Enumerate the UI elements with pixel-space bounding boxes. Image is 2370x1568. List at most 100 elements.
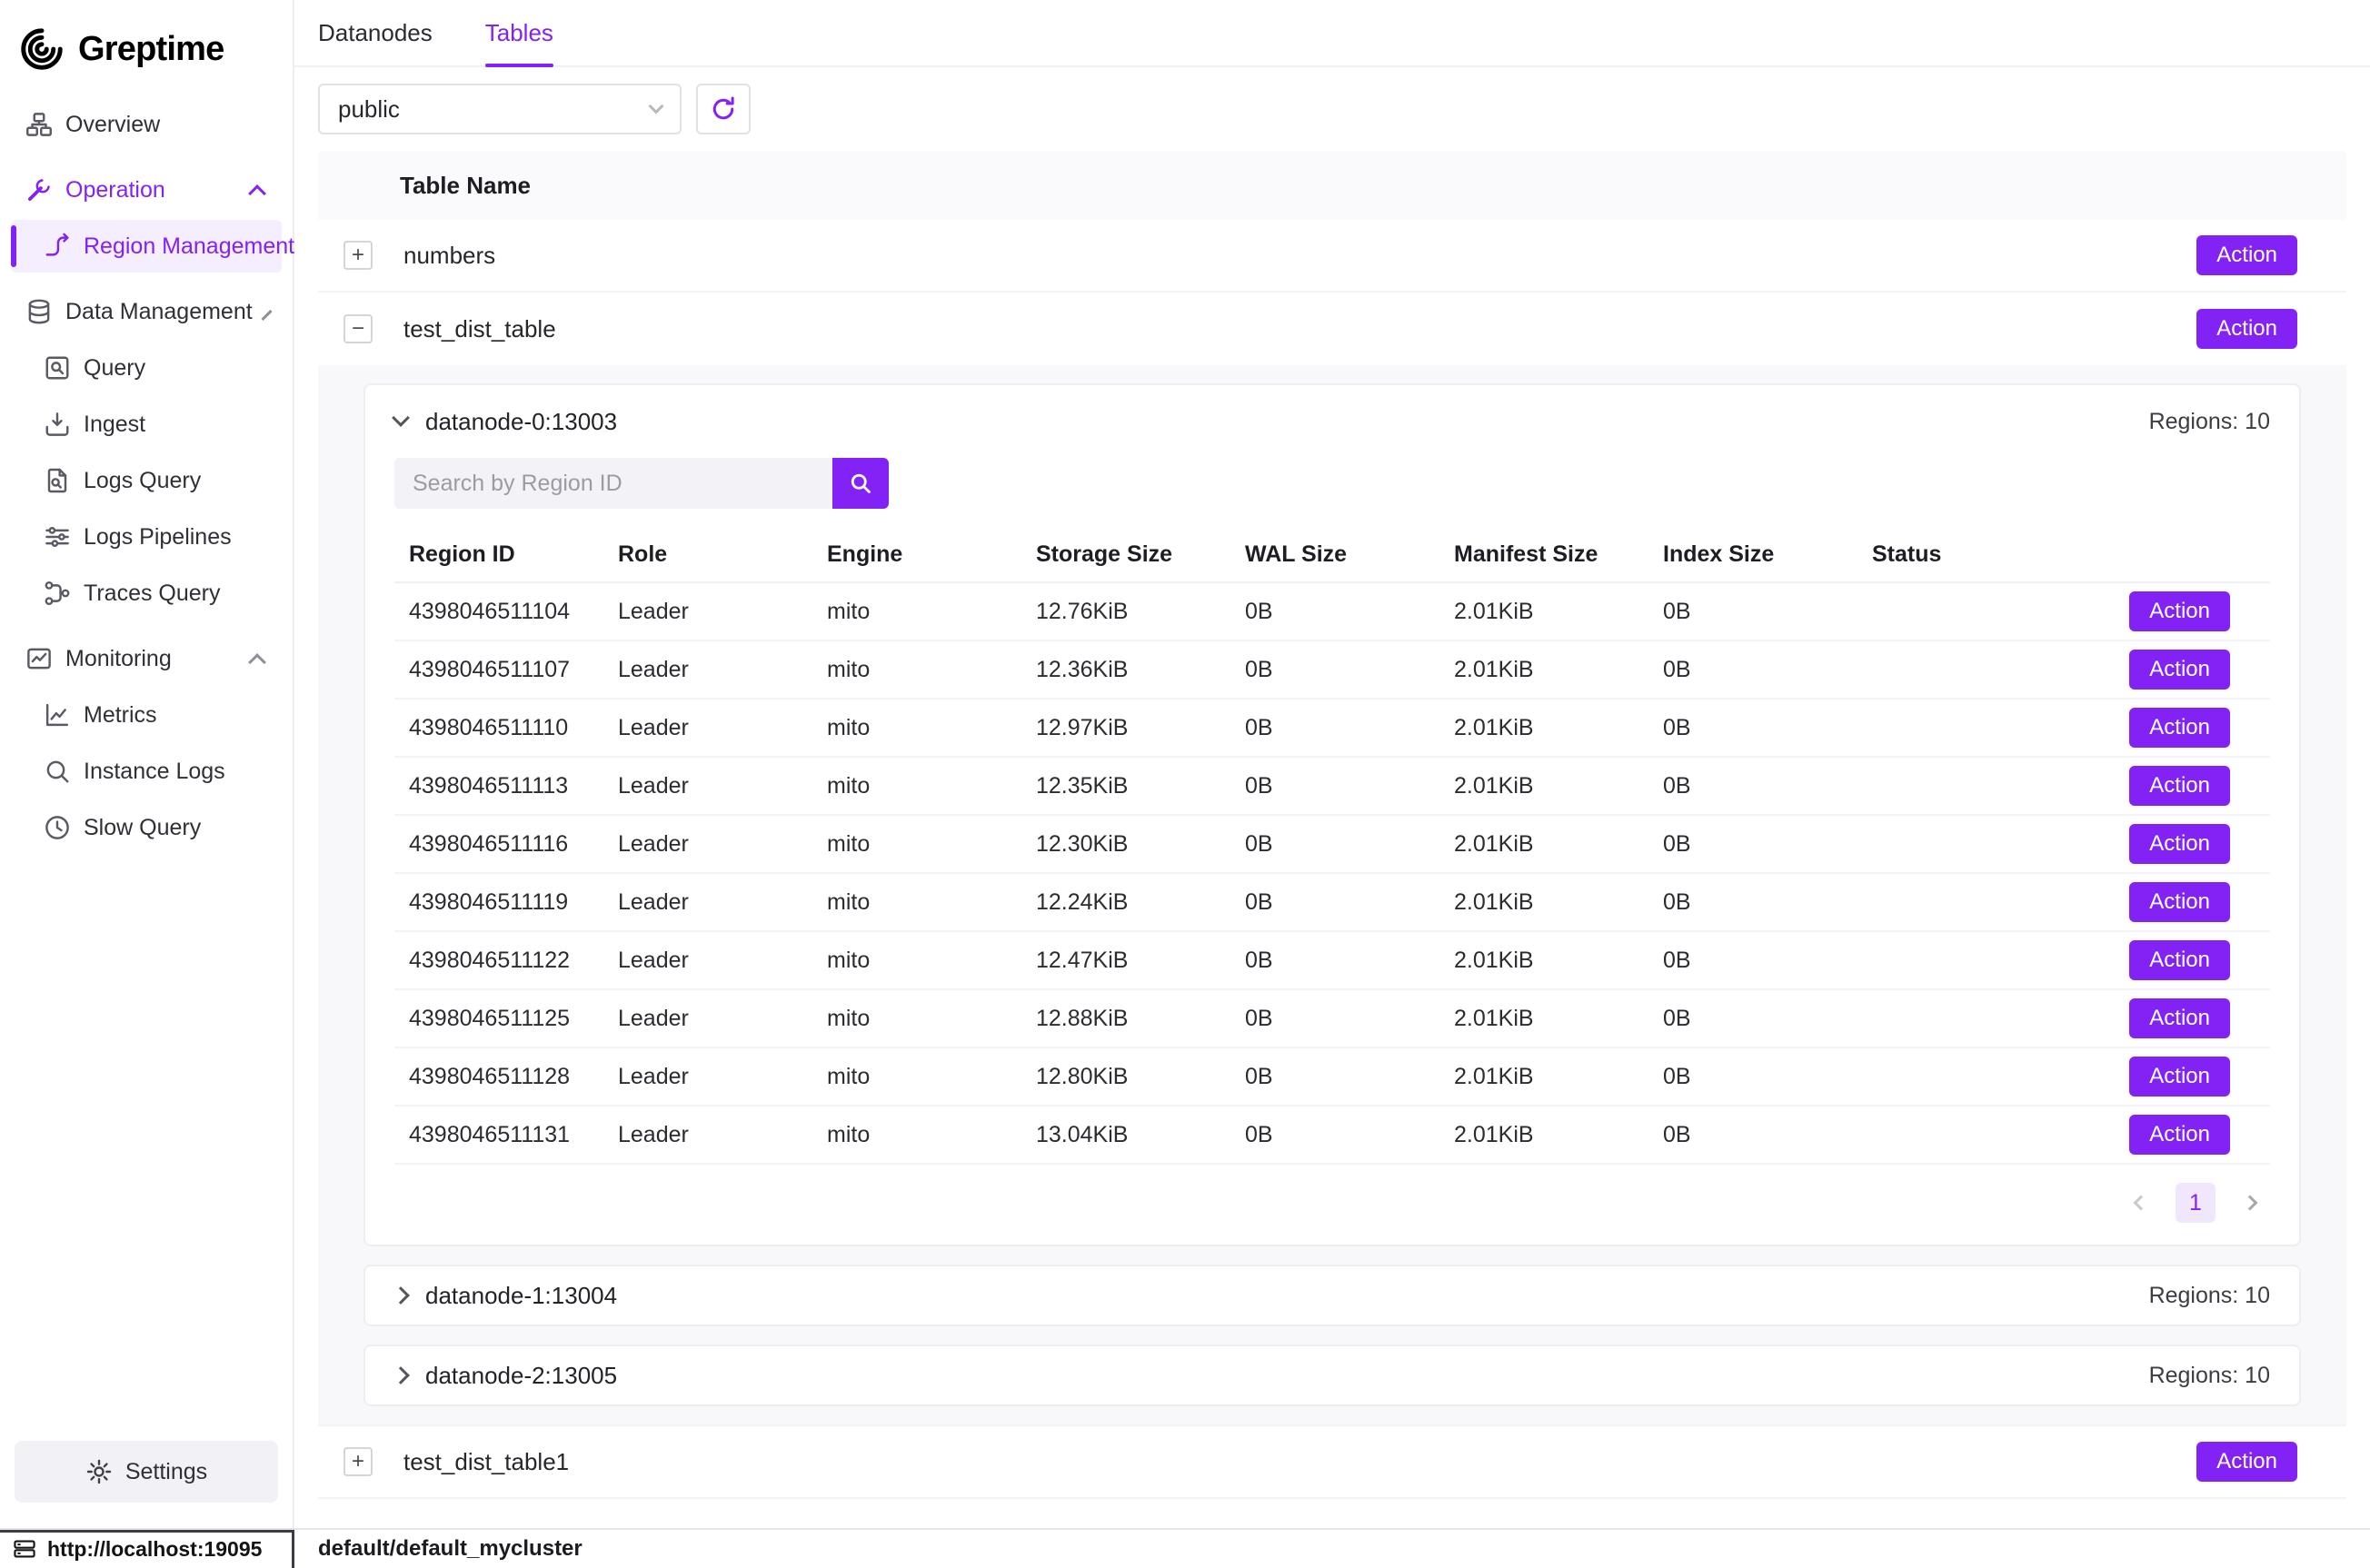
page-number[interactable]: 1	[2176, 1183, 2216, 1223]
sidebar-item-label: Logs Pipelines	[84, 524, 232, 551]
tab-datanodes[interactable]: Datanodes	[318, 0, 433, 65]
manifest-size-cell: 2.01KiB	[1439, 831, 1648, 858]
region-search-input[interactable]	[394, 458, 832, 509]
sidebar-item-instance-logs[interactable]: Instance Logs	[11, 745, 282, 798]
storage-size-cell: 12.76KiB	[1021, 599, 1230, 625]
logs-query-icon	[44, 467, 71, 494]
engine-cell: mito	[812, 1064, 1021, 1090]
sidebar-item-slow-query[interactable]: Slow Query	[11, 801, 282, 854]
tab-tables[interactable]: Tables	[485, 0, 553, 65]
tab-label: Datanodes	[318, 19, 433, 47]
prev-page-button[interactable]	[2121, 1183, 2161, 1223]
sidebar-item-label: Overview	[65, 112, 160, 138]
search-button[interactable]	[832, 458, 889, 509]
sidebar-item-region-management[interactable]: Region Management	[11, 220, 282, 273]
sidebar-item-overview[interactable]: Overview	[11, 98, 282, 151]
next-page-button[interactable]	[2230, 1183, 2270, 1223]
content: public Table Name + numb	[294, 67, 2370, 1528]
region-row: 4398046511116Leadermito12.30KiB0B2.01KiB…	[394, 816, 2270, 874]
brand: Greptime	[11, 18, 282, 98]
sidebar-group-data-management[interactable]: Data Management	[11, 285, 282, 338]
wal-size-cell: 0B	[1230, 599, 1439, 625]
engine-cell: mito	[812, 599, 1021, 625]
database-select[interactable]: public	[318, 84, 682, 134]
datanode-2-header[interactable]: datanode-2:13005 Regions: 10	[365, 1346, 2299, 1404]
sidebar-item-logs-query[interactable]: Logs Query	[11, 454, 282, 507]
engine-cell: mito	[812, 715, 1021, 741]
role-cell: Leader	[603, 657, 812, 683]
engine-cell: mito	[812, 773, 1021, 799]
region-table-body: 4398046511104Leadermito12.76KiB0B2.01KiB…	[394, 583, 2270, 1165]
sidebar-item-label: Traces Query	[84, 581, 221, 607]
region-id-cell: 4398046511107	[394, 657, 603, 683]
region-column-header: Storage Size	[1021, 541, 1230, 568]
region-action-button[interactable]: Action	[2129, 1057, 2230, 1097]
region-column-header: Index Size	[1648, 541, 1857, 568]
refresh-button[interactable]	[696, 84, 751, 134]
wal-size-cell: 0B	[1230, 1122, 1439, 1148]
storage-size-cell: 12.80KiB	[1021, 1064, 1230, 1090]
sidebar-item-metrics[interactable]: Metrics	[11, 689, 282, 741]
sidebar-item-label: Metrics	[84, 702, 157, 729]
regions-count: Regions: 10	[2149, 1363, 2270, 1389]
storage-size-cell: 12.97KiB	[1021, 715, 1230, 741]
index-size-cell: 0B	[1648, 773, 1857, 799]
chevron-down-icon	[392, 409, 410, 427]
collapse-minus-icon[interactable]: −	[344, 314, 373, 343]
sidebar: Greptime Overview Operation	[0, 0, 294, 1528]
expand-plus-icon[interactable]: +	[344, 1447, 373, 1476]
table-name: numbers	[403, 242, 495, 270]
endpoint-box[interactable]: http://localhost:19095	[0, 1530, 294, 1568]
engine-cell: mito	[812, 1122, 1021, 1148]
region-action-button[interactable]: Action	[2129, 824, 2230, 864]
datanode-0-header[interactable]: datanode-0:13003 Regions: 10	[365, 385, 2299, 458]
region-action: Action	[2096, 1057, 2270, 1097]
settings-button[interactable]: Settings	[15, 1441, 278, 1503]
logs-pipelines-icon	[44, 523, 71, 551]
table-action-button[interactable]: Action	[2196, 309, 2297, 349]
storage-size-cell: 12.30KiB	[1021, 831, 1230, 858]
storage-size-cell: 12.47KiB	[1021, 948, 1230, 974]
region-id-cell: 4398046511125	[394, 1006, 603, 1032]
region-action-button[interactable]: Action	[2129, 998, 2230, 1038]
region-id-cell: 4398046511110	[394, 715, 603, 741]
data-management-icon	[25, 298, 53, 325]
table-action-button[interactable]: Action	[2196, 1442, 2297, 1482]
regions-count: Regions: 10	[2149, 409, 2270, 435]
sidebar-group-monitoring[interactable]: Monitoring	[11, 632, 282, 685]
region-action-button[interactable]: Action	[2129, 591, 2230, 631]
region-row: 4398046511128Leadermito12.80KiB0B2.01KiB…	[394, 1048, 2270, 1107]
region-id-cell: 4398046511116	[394, 831, 603, 858]
chevron-up-icon	[261, 310, 272, 321]
region-action-button[interactable]: Action	[2129, 882, 2230, 922]
region-id-cell: 4398046511113	[394, 773, 603, 799]
region-action-button[interactable]: Action	[2129, 1115, 2230, 1155]
wal-size-cell: 0B	[1230, 1006, 1439, 1032]
sidebar-item-logs-pipelines[interactable]: Logs Pipelines	[11, 511, 282, 563]
region-management-icon	[44, 233, 71, 260]
wal-size-cell: 0B	[1230, 831, 1439, 858]
region-action-button[interactable]: Action	[2129, 766, 2230, 806]
table-name: test_dist_table1	[403, 1448, 569, 1476]
manifest-size-cell: 2.01KiB	[1439, 715, 1648, 741]
storage-size-cell: 12.36KiB	[1021, 657, 1230, 683]
region-action: Action	[2096, 650, 2270, 690]
sidebar-item-ingest[interactable]: Ingest	[11, 398, 282, 451]
region-action-button[interactable]: Action	[2129, 650, 2230, 690]
engine-cell: mito	[812, 657, 1021, 683]
sidebar-item-query[interactable]: Query	[11, 342, 282, 394]
index-size-cell: 0B	[1648, 599, 1857, 625]
manifest-size-cell: 2.01KiB	[1439, 599, 1648, 625]
datanode-1-header[interactable]: datanode-1:13004 Regions: 10	[365, 1266, 2299, 1325]
region-action-button[interactable]: Action	[2129, 940, 2230, 980]
table-expanded-panel: datanode-0:13003 Regions: 10	[318, 365, 2346, 1426]
role-cell: Leader	[603, 1006, 812, 1032]
expand-plus-icon[interactable]: +	[344, 241, 373, 270]
table-action-button[interactable]: Action	[2196, 235, 2297, 275]
main: Datanodes Tables public	[294, 0, 2370, 1528]
wal-size-cell: 0B	[1230, 715, 1439, 741]
sidebar-group-operation[interactable]: Operation	[11, 164, 282, 216]
sidebar-item-traces-query[interactable]: Traces Query	[11, 567, 282, 620]
wal-size-cell: 0B	[1230, 773, 1439, 799]
region-action-button[interactable]: Action	[2129, 708, 2230, 748]
